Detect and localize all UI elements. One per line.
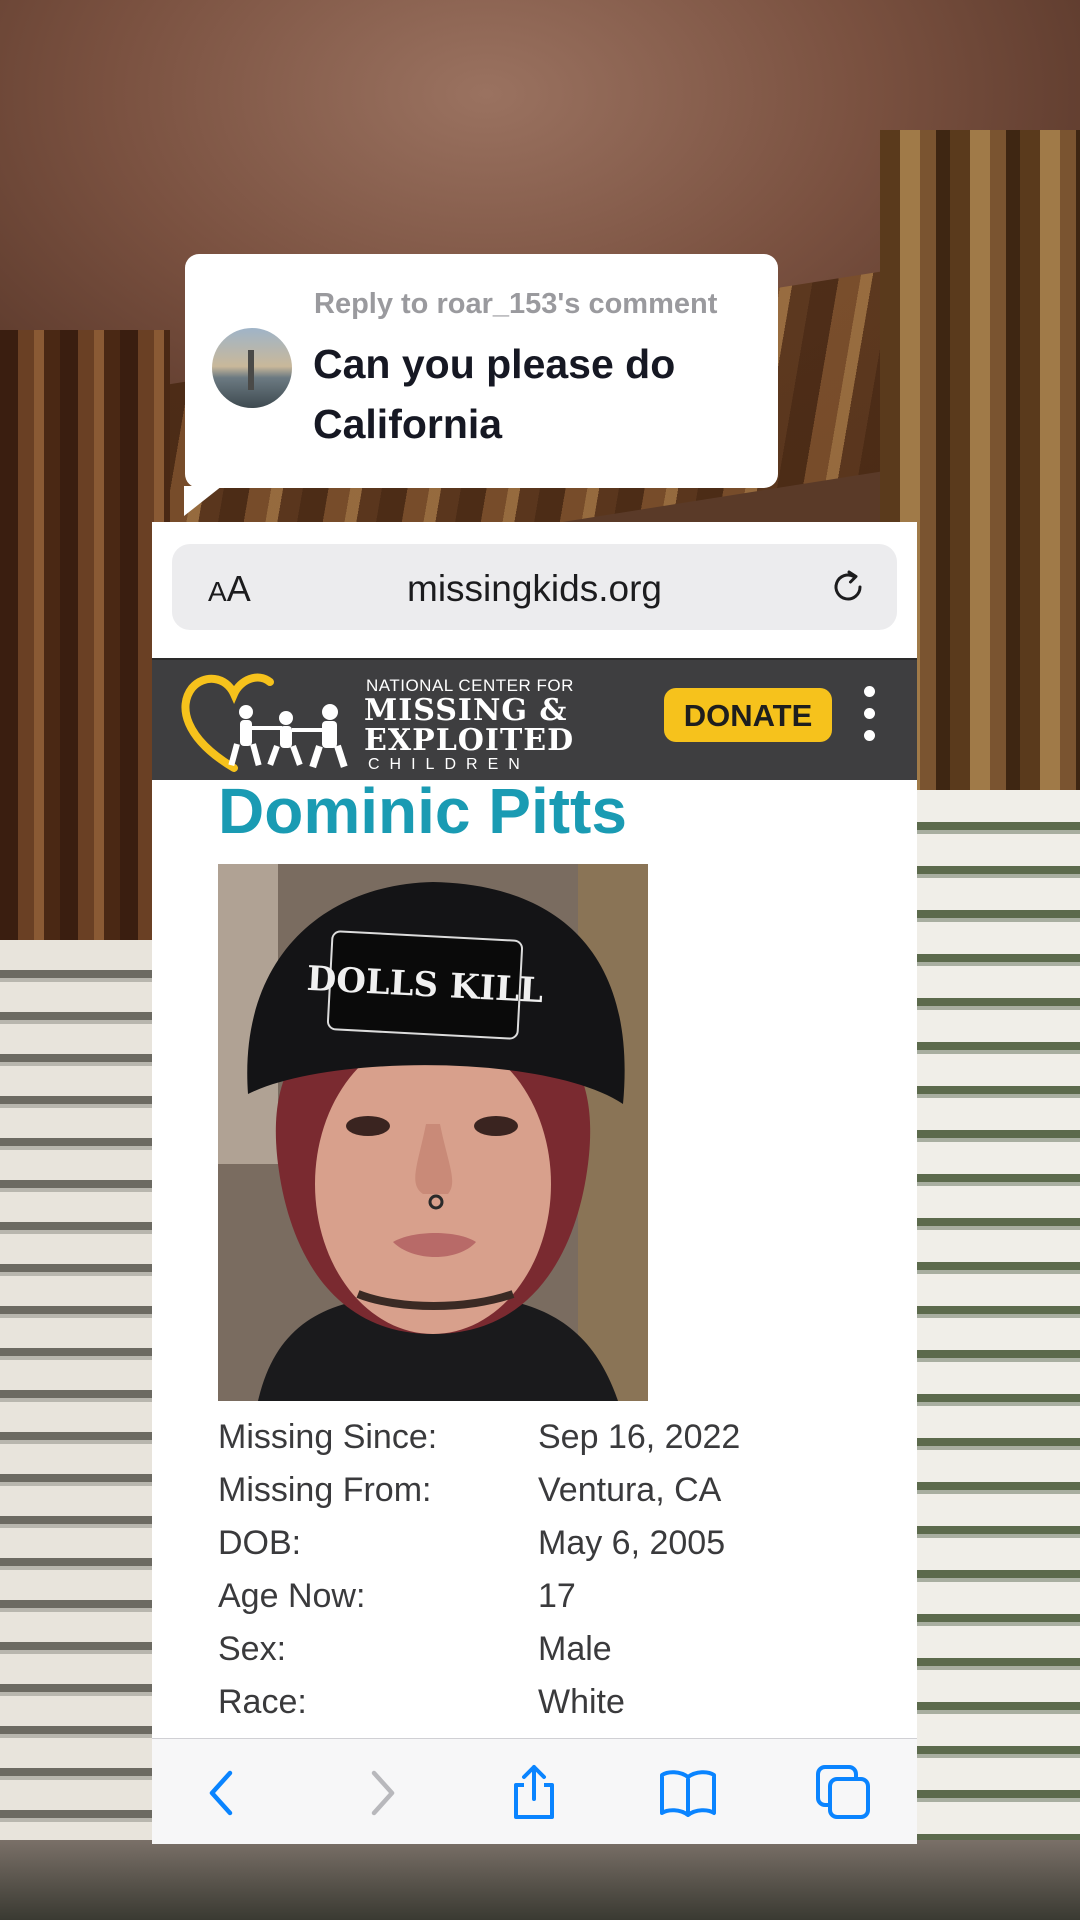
detail-row-race: Race: White (218, 1683, 858, 1736)
back-icon[interactable] (194, 1763, 254, 1823)
detail-row-sex: Sex: Male (218, 1630, 858, 1683)
share-icon[interactable] (504, 1763, 564, 1823)
site-header: NATIONAL CENTER FOR MISSING & EXPLOITED … (152, 658, 917, 780)
detail-value: Male (538, 1630, 612, 1668)
commenter-avatar (212, 328, 292, 408)
donate-button[interactable]: DONATE (664, 688, 832, 742)
missing-person-name: Dominic Pitts (218, 775, 627, 847)
detail-label: Race: (218, 1683, 307, 1721)
logo-line-missing: MISSING & (364, 693, 568, 728)
ncmec-logo-icon[interactable] (174, 668, 364, 778)
browser-screenshot: AA missingkids.org NATIONAL CENTER FOR M… (152, 522, 917, 1844)
tabs-icon[interactable] (814, 1763, 874, 1823)
forward-icon[interactable] (352, 1763, 412, 1823)
detail-label: Sex: (218, 1630, 287, 1668)
detail-value: May 6, 2005 (538, 1524, 726, 1562)
reply-comment-text: Can you please do California (313, 341, 676, 447)
url-text[interactable]: missingkids.org (172, 568, 897, 610)
reply-label: Reply to roar_153's comment (314, 288, 718, 320)
floor-strip (0, 1840, 1080, 1920)
detail-value: 17 (538, 1577, 576, 1615)
detail-row-missing-since: Missing Since: Sep 16, 2022 (218, 1418, 858, 1471)
logo-line-children: CHILDREN (368, 756, 530, 773)
detail-row-missing-from: Missing From: Ventura, CA (218, 1471, 858, 1524)
detail-value: Ventura, CA (538, 1471, 722, 1509)
more-menu-icon[interactable] (864, 686, 876, 746)
bookmarks-icon[interactable] (658, 1763, 718, 1823)
missing-person-details: Missing Since: Sep 16, 2022 Missing From… (218, 1418, 858, 1736)
portrait-illustration: DOLLS KILL (218, 864, 648, 1401)
detail-row-dob: DOB: May 6, 2005 (218, 1524, 858, 1577)
detail-label: Missing From: (218, 1471, 432, 1509)
reload-icon[interactable] (827, 566, 869, 608)
reply-bubble-tail (184, 486, 222, 516)
window-blinds-left (0, 940, 170, 1920)
detail-label: Age Now: (218, 1577, 366, 1615)
detail-value: Sep 16, 2022 (538, 1418, 741, 1456)
detail-row-age-now: Age Now: 17 (218, 1577, 858, 1630)
reply-comment-bubble[interactable]: Reply to roar_153's comment Can you plea… (185, 254, 778, 488)
browser-toolbar (152, 1738, 917, 1844)
window-blinds-right (910, 790, 1080, 1920)
logo-line-exploited: EXPLOITED (364, 723, 575, 758)
detail-label: Missing Since: (218, 1418, 438, 1456)
detail-label: DOB: (218, 1524, 302, 1562)
logo-org-name: MISSING & EXPLOITED (364, 696, 574, 756)
missing-person-photo: DOLLS KILL (218, 864, 648, 1401)
address-bar-area: AA missingkids.org (152, 522, 917, 656)
address-bar[interactable]: AA missingkids.org (172, 544, 897, 630)
detail-value: White (538, 1683, 625, 1721)
